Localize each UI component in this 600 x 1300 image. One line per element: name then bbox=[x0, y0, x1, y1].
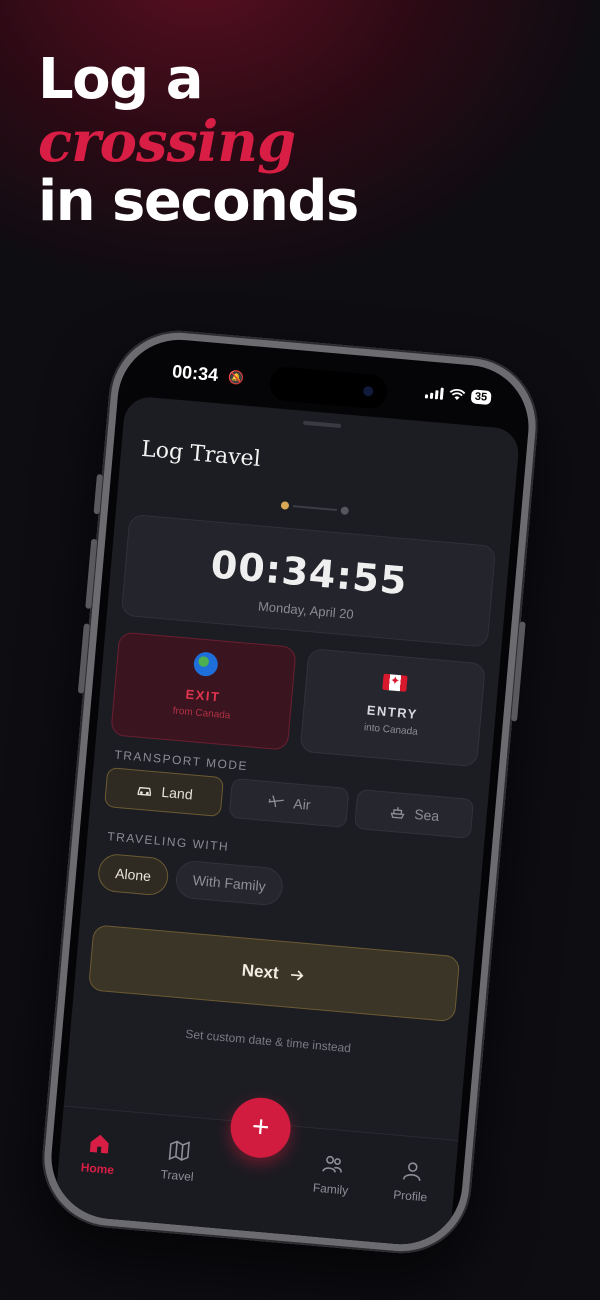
sheet-title: Log Travel bbox=[140, 436, 262, 473]
sheet-grabber[interactable] bbox=[303, 420, 342, 429]
power-button bbox=[511, 621, 526, 722]
tab-family-label: Family bbox=[312, 1180, 349, 1198]
transport-sea-button[interactable]: Sea bbox=[353, 788, 475, 839]
step-dot-active bbox=[280, 501, 290, 510]
step-indicator bbox=[280, 501, 350, 516]
tab-family[interactable]: Family bbox=[295, 1149, 369, 1199]
people-icon bbox=[322, 1155, 342, 1173]
action-button bbox=[93, 473, 103, 515]
tab-bar: Home Travel + Family Profile bbox=[54, 1095, 459, 1249]
step-line bbox=[292, 505, 337, 511]
transport-sea-label: Sea bbox=[413, 805, 440, 825]
custom-date-link[interactable]: Set custom date & time instead bbox=[70, 1017, 466, 1065]
wifi-icon bbox=[449, 388, 466, 401]
transport-land-button[interactable]: Land bbox=[103, 766, 225, 818]
tab-profile-label: Profile bbox=[392, 1187, 428, 1205]
transport-air-button[interactable]: Air bbox=[228, 777, 350, 828]
status-indicators: 35 bbox=[424, 385, 492, 406]
map-icon bbox=[168, 1140, 190, 1161]
camera-dot bbox=[362, 385, 374, 397]
tab-home-label: Home bbox=[80, 1160, 115, 1178]
tab-travel-label: Travel bbox=[160, 1167, 195, 1185]
add-crossing-button[interactable]: + bbox=[228, 1095, 294, 1161]
with-family-button[interactable]: With Family bbox=[174, 859, 285, 907]
transport-mode-options: Land Air Sea bbox=[103, 766, 475, 839]
tab-profile[interactable]: Profile bbox=[375, 1156, 449, 1206]
headline-line-3: in seconds bbox=[38, 169, 359, 234]
ship-icon bbox=[390, 807, 405, 819]
transport-air-label: Air bbox=[292, 795, 312, 813]
step-dot-inactive bbox=[340, 506, 350, 516]
next-label: Next bbox=[241, 960, 280, 983]
transport-land-label: Land bbox=[160, 783, 194, 803]
log-travel-sheet: Log Travel 00:34:55 Monday, April 20 EXI… bbox=[54, 395, 521, 1249]
status-time: 00:34 bbox=[171, 361, 219, 386]
volume-up-button bbox=[85, 538, 98, 609]
direction-selector: EXIT from Canada ENTRY into Canada bbox=[110, 631, 486, 768]
signal-icon bbox=[424, 386, 444, 400]
entry-option[interactable]: ENTRY into Canada bbox=[299, 648, 486, 768]
exit-option[interactable]: EXIT from Canada bbox=[110, 631, 297, 751]
dynamic-island bbox=[268, 365, 389, 410]
canada-flag-icon bbox=[382, 673, 408, 692]
headline-accent: crossing bbox=[38, 109, 296, 175]
person-icon bbox=[402, 1162, 421, 1181]
headline: Log a crossing in seconds bbox=[38, 47, 359, 234]
globe-icon bbox=[192, 651, 219, 678]
plane-icon bbox=[268, 795, 285, 808]
phone-frame: 00:34 🔕 35 Log Travel 00:34:55 Monday, A… bbox=[36, 324, 544, 1260]
silent-bell-icon: 🔕 bbox=[227, 369, 245, 386]
volume-down-button bbox=[77, 623, 90, 694]
arrow-right-icon bbox=[291, 970, 304, 981]
tab-travel[interactable]: Travel bbox=[142, 1136, 216, 1186]
home-icon bbox=[89, 1134, 109, 1154]
traveling-with-options: Alone With Family bbox=[96, 852, 285, 907]
clock-card: 00:34:55 Monday, April 20 bbox=[120, 513, 497, 648]
traveling-with-label: TRAVELING WITH bbox=[106, 829, 230, 854]
tab-home[interactable]: Home bbox=[62, 1129, 136, 1179]
headline-line-1: Log a bbox=[38, 47, 204, 112]
alone-button[interactable]: Alone bbox=[96, 852, 170, 897]
car-icon bbox=[137, 786, 152, 797]
phone-screen: 00:34 🔕 35 Log Travel 00:34:55 Monday, A… bbox=[46, 334, 534, 1250]
next-button[interactable]: Next bbox=[87, 924, 461, 1023]
battery-indicator: 35 bbox=[470, 389, 492, 406]
